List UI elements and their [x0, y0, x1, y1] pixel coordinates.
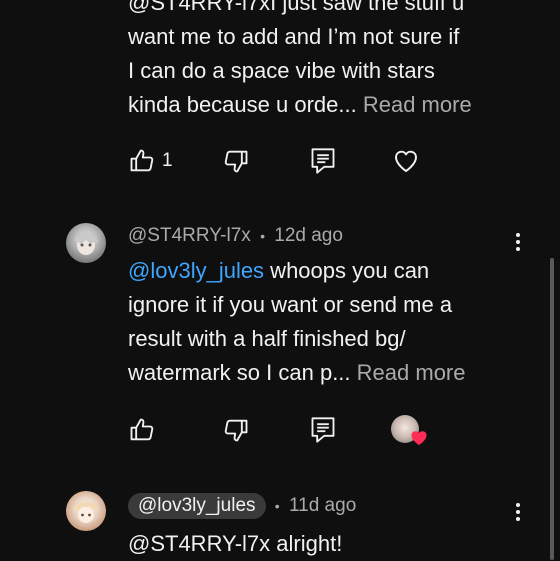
comment-1-text: @ST4RRY-l7xI just saw the stuff u want m… — [128, 0, 548, 122]
heart-button[interactable] — [391, 146, 421, 176]
comment-time: 11d ago — [288, 495, 357, 516]
comment-2-line: result with a half finished bg/ — [128, 326, 406, 351]
comment-2-line: watermark so I can p... Read more — [128, 360, 466, 385]
comment-author-creator-pill[interactable]: @lov3ly_jules — [128, 493, 266, 519]
more-options-button[interactable] — [510, 233, 526, 255]
thumbs-down-icon — [224, 150, 248, 173]
dislike-button[interactable] — [222, 416, 250, 444]
like-button[interactable] — [128, 147, 156, 175]
meta-separator: • — [260, 228, 265, 244]
reply-comment-icon — [311, 148, 335, 174]
reply-button[interactable] — [310, 416, 336, 444]
more-vertical-icon — [516, 503, 520, 507]
thumbs-up-icon — [130, 418, 154, 441]
more-options-button[interactable] — [510, 503, 526, 525]
comment-1-line: kinda because u orde... Read more — [128, 92, 472, 117]
comment-1-line: @ST4RRY-l7xI just saw the stuff u — [128, 0, 465, 15]
meta-separator: • — [274, 498, 280, 514]
dislike-button[interactable] — [222, 147, 250, 175]
comment-time: 12d ago — [274, 225, 343, 246]
reply-button[interactable] — [310, 147, 336, 175]
read-more-link[interactable]: Read more — [363, 92, 472, 117]
like-count: 1 — [162, 150, 173, 171]
more-vertical-icon — [516, 233, 520, 237]
comment-2-line: ignore it if you want or send me a — [128, 292, 453, 317]
comment-2-meta: @ST4RRY-l7x • 12d ago — [128, 225, 343, 247]
reply-comment-icon — [311, 417, 335, 443]
comment-1-line: want me to add and I’m not sure if — [128, 24, 460, 49]
scrollbar-thumb[interactable] — [550, 258, 554, 560]
thumbs-up-icon — [130, 149, 154, 172]
comment-3-meta: @lov3ly_jules • 11d ago — [128, 493, 356, 519]
comment-2-text: @lov3ly_jules whoops you can ignore it i… — [128, 254, 548, 390]
like-button[interactable] — [128, 416, 156, 444]
comment-1-line: I can do a space vibe with stars — [128, 58, 435, 83]
read-more-link[interactable]: Read more — [357, 360, 466, 385]
avatar-lov3ly-jules[interactable] — [66, 491, 106, 531]
avatar-st4rry[interactable] — [66, 223, 106, 263]
comment-3-text: @ST4RRY-l7x alright! — [128, 531, 343, 556]
heart-icon — [394, 150, 418, 172]
creator-heart-badge — [391, 415, 429, 447]
mention-link[interactable]: @lov3ly_jules — [128, 258, 264, 283]
thumbs-down-icon — [224, 419, 248, 442]
comment-2-line: @lov3ly_jules whoops you can — [128, 258, 430, 283]
comment-author[interactable]: @ST4RRY-l7x — [128, 225, 251, 246]
heart-icon — [411, 431, 427, 445]
